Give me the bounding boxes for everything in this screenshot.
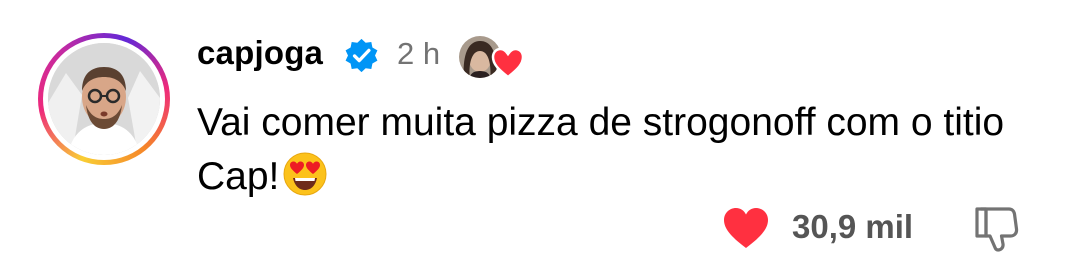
avatar-story-ring[interactable]	[38, 33, 170, 165]
creator-liked-indicator	[458, 35, 525, 79]
avatar[interactable]	[48, 43, 160, 155]
thumbs-down-icon[interactable]	[973, 205, 1019, 253]
heart-icon[interactable]	[722, 206, 770, 250]
heart-eyes-emoji	[283, 152, 327, 196]
comment-timestamp: 2 h	[397, 36, 441, 71]
avatar-ring-gap	[43, 38, 165, 160]
avatar-portrait	[48, 43, 160, 155]
comment-text: Vai comer muita pizza de strogonoff com …	[197, 96, 1057, 204]
like-count: 30,9 mil	[792, 208, 914, 245]
verified-badge-icon	[345, 38, 378, 73]
comment-username[interactable]: capjoga	[197, 34, 323, 72]
